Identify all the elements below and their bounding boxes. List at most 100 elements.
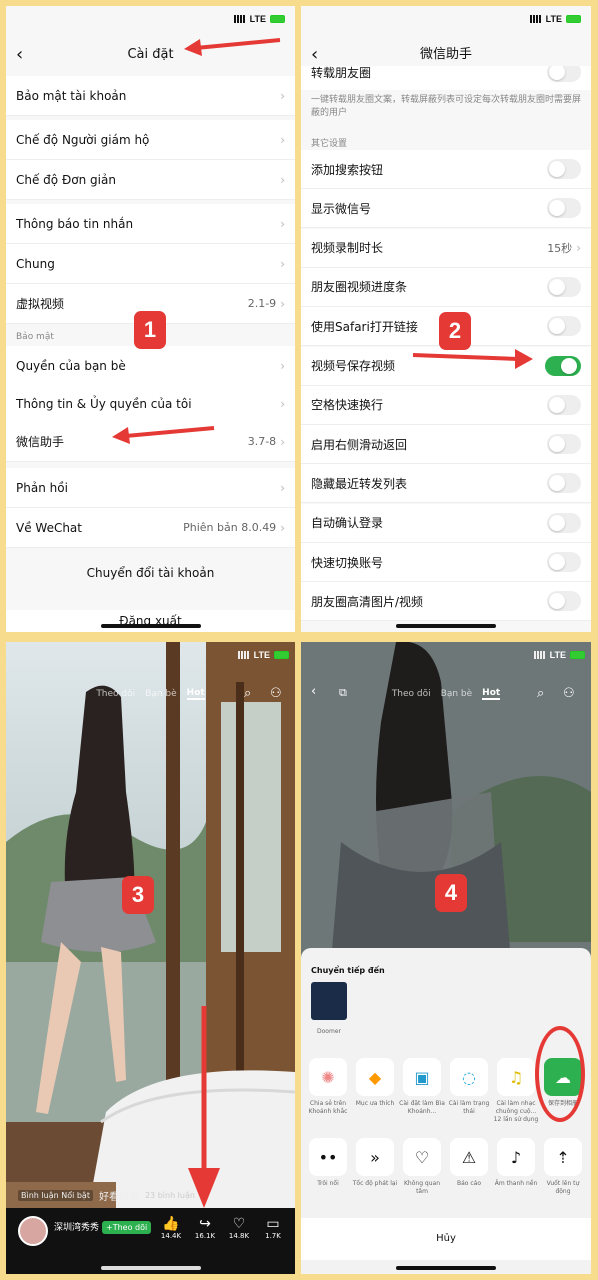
- share-option[interactable]: ♫: [497, 1058, 535, 1096]
- home-indicator: [100, 624, 201, 628]
- comment-button[interactable]: ▭ 1.7K: [260, 1216, 286, 1240]
- tab-hot[interactable]: Hot: [186, 688, 205, 700]
- search-icon[interactable]: ⌕: [244, 686, 251, 701]
- action-option[interactable]: ••: [309, 1138, 347, 1176]
- settings-row[interactable]: 快速切换账号: [301, 543, 591, 582]
- action-option[interactable]: ♡: [403, 1138, 441, 1176]
- top-comment[interactable]: Bình luận Nổi bật 好看好看 23 bình luận: [18, 1188, 195, 1203]
- row-value-group: 15秒 ›: [547, 240, 581, 256]
- tab-friends[interactable]: Bạn bè: [145, 689, 177, 699]
- signal-icon: [529, 15, 542, 23]
- chevron-right-icon: ›: [280, 132, 285, 147]
- settings-row[interactable]: 空格快速换行: [301, 385, 591, 425]
- row-value-group: ›: [276, 173, 285, 187]
- action-option[interactable]: »: [356, 1138, 394, 1176]
- avatar[interactable]: [18, 1216, 48, 1246]
- settings-row[interactable]: 朋友圈高清图片/视频: [301, 582, 591, 622]
- heart-button[interactable]: ♡ 14.8K: [226, 1216, 252, 1240]
- share-button[interactable]: ↪ 16.1K: [192, 1216, 218, 1240]
- settings-row[interactable]: 添加搜索按钮: [301, 150, 591, 189]
- toggle-switch[interactable]: [547, 473, 581, 494]
- toggle-switch[interactable]: [547, 512, 581, 533]
- settings-row[interactable]: Quyền của bạn bè ›: [6, 346, 295, 386]
- settings-row[interactable]: Chế độ Đơn giản ›: [6, 160, 295, 200]
- panel-settings: LTE ‹ Cài đặt Bảo mật tài khoản › Chế độ N…: [6, 6, 295, 632]
- settings-row[interactable]: Bảo mật tài khoản ›: [6, 76, 295, 116]
- action-bar: 👍 14.4K ↪ 16.1K ♡ 14.8K ▭ 1.7K: [158, 1216, 286, 1240]
- share-option[interactable]: ◌: [450, 1058, 488, 1096]
- settings-row[interactable]: 朋友圈视频进度条: [301, 267, 591, 307]
- share-option[interactable]: ◆: [356, 1058, 394, 1096]
- toggle-switch[interactable]: [547, 198, 581, 219]
- swipe-up-icon: ⇡: [556, 1147, 570, 1167]
- search-icon[interactable]: ⌕: [537, 686, 544, 701]
- share-option[interactable]: ▣: [403, 1058, 441, 1096]
- cancel-button[interactable]: Hủy: [301, 1218, 591, 1260]
- row-label: 自动确认登录: [311, 516, 384, 531]
- settings-row[interactable]: 自动确认登录: [301, 503, 591, 543]
- row-label: 空格快速换行: [311, 398, 384, 413]
- tab-following[interactable]: Theo dõi: [96, 689, 135, 699]
- settings-row[interactable]: Phản hồi ›: [6, 468, 295, 508]
- toggle-switch[interactable]: [547, 66, 581, 82]
- profile-icon[interactable]: ⚇: [563, 686, 575, 701]
- signal-icon: [237, 651, 250, 659]
- step-badge: 3: [122, 876, 154, 914]
- toggle-switch[interactable]: [547, 394, 581, 415]
- action-option-label: Âm thanh nền: [494, 1180, 538, 1187]
- action-option[interactable]: ♪: [497, 1138, 535, 1176]
- like-button[interactable]: 👍 14.4K: [158, 1216, 184, 1240]
- row-value-group: ›: [276, 359, 285, 373]
- settings-row[interactable]: 转载朋友圈: [301, 66, 591, 90]
- row-label: 朋友圈视频进度条: [311, 280, 408, 295]
- action-option[interactable]: ⇡: [544, 1138, 582, 1176]
- follow-button[interactable]: +Theo dõi: [102, 1221, 152, 1234]
- toggle-switch[interactable]: [547, 159, 581, 179]
- logout-button[interactable]: Đăng xuất: [6, 610, 295, 632]
- settings-row[interactable]: Chế độ Người giám hộ ›: [6, 120, 295, 160]
- contact-avatar[interactable]: [311, 982, 347, 1020]
- settings-row[interactable]: Về WeChat Phiên bản 8.0.49 ›: [6, 508, 295, 548]
- settings-row[interactable]: Thông tin & Ủy quyền của tôi ›: [6, 384, 295, 424]
- action-option[interactable]: ⚠: [450, 1138, 488, 1176]
- settings-row[interactable]: Chung ›: [6, 244, 295, 284]
- author-name[interactable]: 深圳湾秀秀: [54, 1220, 99, 1233]
- settings-row[interactable]: 显示微信号: [301, 189, 591, 229]
- step-badge: 4: [435, 874, 467, 912]
- settings-row[interactable]: 启用右侧滑动返回: [301, 425, 591, 465]
- page-title: 微信助手: [419, 47, 472, 62]
- toggle-switch[interactable]: [547, 434, 581, 455]
- chevron-right-icon: ›: [280, 256, 285, 271]
- toggle-switch[interactable]: [547, 552, 581, 572]
- settings-row[interactable]: 视频录制时长 15秒 ›: [301, 228, 591, 268]
- panel-wechat-assistant: LTE ‹ 微信助手 转载朋友圈 一键转载朋友圈文案，转载屏蔽列表可设定每次转载…: [301, 6, 591, 632]
- tab-friends[interactable]: Bạn bè: [441, 689, 473, 699]
- toggle-switch[interactable]: [547, 316, 581, 337]
- profile-icon[interactable]: ⚇: [270, 686, 282, 701]
- row-value: 2.1-9: [247, 297, 277, 310]
- battery-icon: [566, 15, 581, 23]
- action-option-label: Trôi nổi: [317, 1180, 339, 1187]
- settings-row[interactable]: Thông báo tin nhắn ›: [6, 204, 295, 244]
- arrow-annotation: [184, 38, 281, 56]
- switch-account-button[interactable]: Chuyển đổi tài khoản: [6, 566, 295, 580]
- heart-count: 14.8K: [228, 1232, 250, 1240]
- like-count: 14.4K: [160, 1232, 182, 1240]
- status-bar: LTE: [233, 14, 285, 24]
- row-value: Phiên bản 8.0.49: [183, 521, 277, 534]
- network-label: LTE: [253, 650, 270, 660]
- share-option-label: Cài đặt làm Bìa Khoảnh...: [399, 1100, 445, 1115]
- chevron-right-icon: ›: [280, 520, 285, 535]
- back-icon[interactable]: ‹: [16, 40, 23, 70]
- action-option-label: Vuốt lên tự động: [546, 1180, 580, 1195]
- settings-row[interactable]: 隐藏最近转发列表: [301, 464, 591, 504]
- share-option-label: Mục ưa thích: [355, 1100, 395, 1107]
- tab-hot[interactable]: Hot: [482, 688, 501, 700]
- heart-icon: ♡: [232, 1216, 246, 1232]
- toggle-switch[interactable]: [545, 355, 581, 376]
- toggle-switch[interactable]: [547, 591, 581, 612]
- row-value-group: Phiên bản 8.0.49 ›: [183, 521, 285, 535]
- toggle-switch[interactable]: [547, 276, 581, 297]
- share-option[interactable]: ✺: [309, 1058, 347, 1096]
- tab-following[interactable]: Theo dõi: [392, 689, 431, 699]
